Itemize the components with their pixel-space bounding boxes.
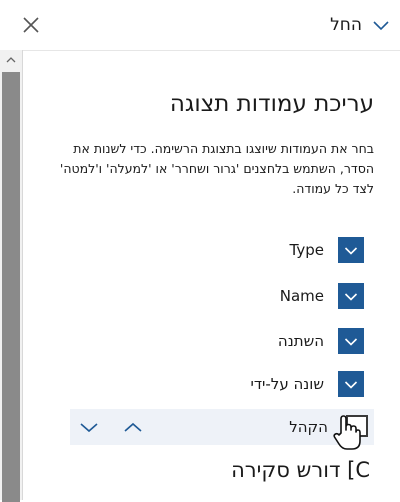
move-up-button[interactable] [120, 414, 146, 440]
column-checkbox-modified-by[interactable] [338, 371, 364, 397]
column-row-type: Type [290, 237, 364, 263]
column-checkbox-name[interactable] [338, 283, 364, 309]
chevron-down-icon [344, 292, 358, 301]
panel-header: החל [0, 0, 400, 51]
column-checkbox-modified[interactable] [338, 328, 364, 354]
chevron-up-icon [124, 422, 142, 432]
column-row-name: Name [280, 283, 364, 309]
column-row-modified: השתנה [278, 328, 364, 354]
chevron-down-icon [344, 246, 358, 255]
panel-description: בחר את העמודות שיוצגו בתצוגת הרשימה. כדי… [59, 141, 374, 196]
column-checkbox-type[interactable] [338, 237, 364, 263]
close-button[interactable] [17, 11, 45, 39]
column-label: Name [279, 287, 324, 305]
chevron-down-icon [373, 21, 389, 31]
scroll-up-button[interactable] [0, 50, 22, 70]
apply-button[interactable]: החל [330, 11, 390, 39]
scroll-thumb[interactable] [2, 72, 20, 502]
close-icon [23, 17, 39, 33]
chevron-down-icon [344, 337, 358, 346]
scroll-up-icon [6, 57, 16, 63]
panel-title: עריכת עמודות תצוגה [169, 91, 374, 117]
move-down-button[interactable] [76, 414, 102, 440]
column-row-modified-by: שונה על-ידי [250, 371, 364, 397]
column-label: Type [289, 241, 324, 259]
chevron-down-icon [344, 380, 358, 389]
partial-list-item: C] דורש סקירה [231, 458, 370, 482]
column-label: שונה על-ידי [250, 375, 324, 393]
hand-pointer-icon [333, 415, 361, 450]
chevron-down-icon [80, 423, 98, 433]
edit-columns-panel: עריכת עמודות תצוגה בחר את העמודות שיוצגו… [22, 51, 400, 500]
column-row-audience[interactable]: הקהל [70, 409, 374, 445]
apply-label: החל [330, 15, 362, 35]
column-label: השתנה [277, 332, 324, 350]
vertical-scrollbar[interactable] [0, 50, 23, 502]
column-label: הקהל [289, 418, 328, 436]
